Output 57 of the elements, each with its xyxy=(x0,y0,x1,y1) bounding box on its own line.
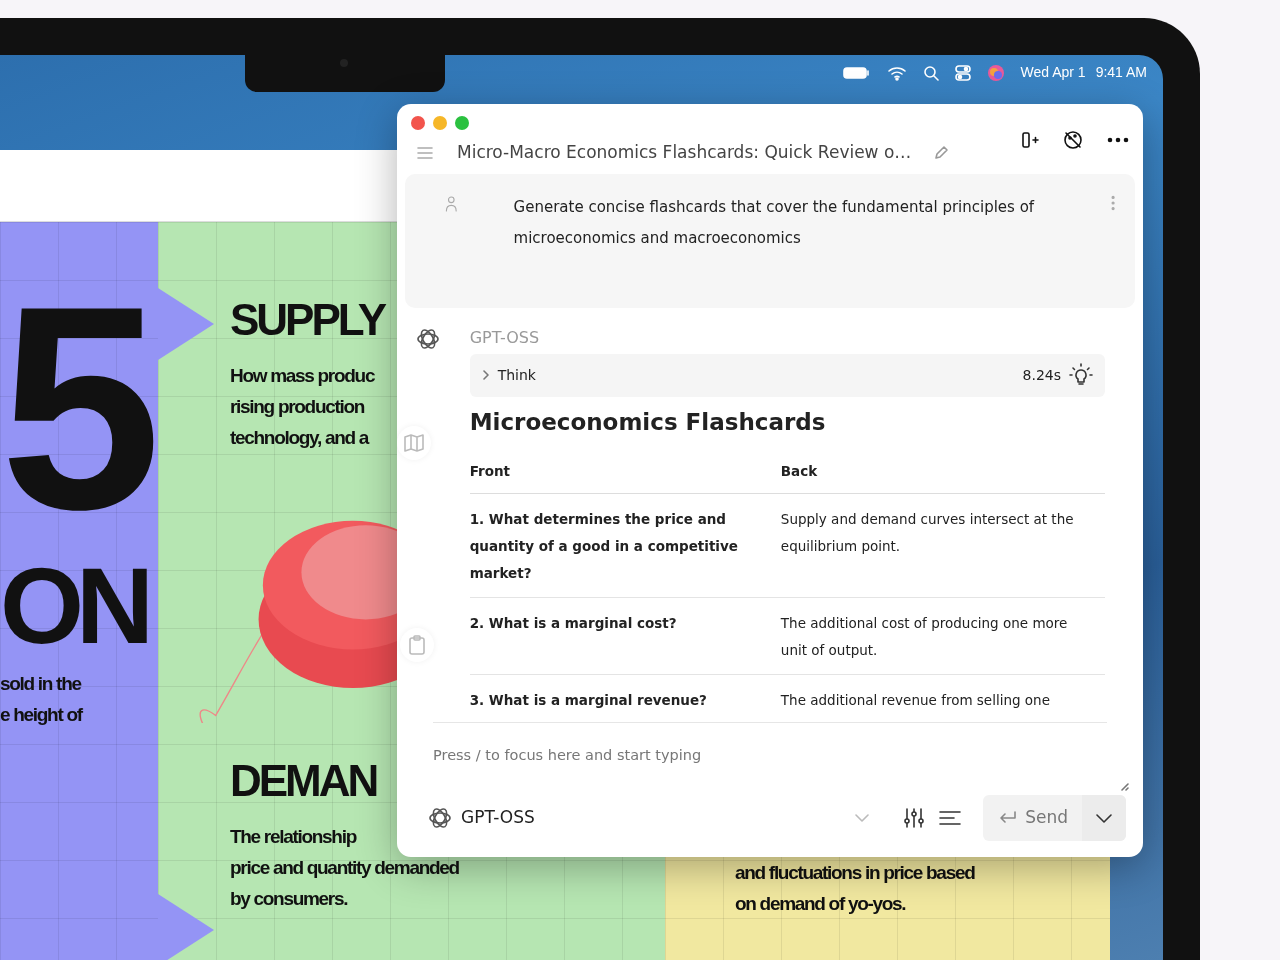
answer-cell: Supply and demand curves intersect at the equilibrium point. xyxy=(780,493,1105,598)
model-selector[interactable]: GPT-OSS xyxy=(427,805,904,831)
poster-caption: e height of xyxy=(0,703,82,727)
menu-bar-date: Wed Apr 1 xyxy=(1020,63,1086,82)
clipboard-icon xyxy=(409,634,425,655)
map-icon xyxy=(404,433,424,452)
poster-number: 5 xyxy=(0,262,153,552)
poster-text: and fluctuations in price based xyxy=(735,861,975,885)
clipboard-button[interactable] xyxy=(400,627,434,662)
chevron-down-icon xyxy=(855,814,870,822)
poster-text: by consumers. xyxy=(230,887,348,911)
send-options-button[interactable] xyxy=(1082,795,1126,841)
poster-text: How mass produc xyxy=(230,364,375,388)
poster-text: rising production xyxy=(230,395,365,419)
text-lines-icon[interactable] xyxy=(939,810,962,826)
message-input[interactable]: Press / to focus here and start typing xyxy=(433,745,1107,767)
question-cell: 1. What determines the price and quantity of a good in a competitive market? xyxy=(469,493,781,598)
think-bar[interactable]: Think 8.24s xyxy=(469,353,1105,397)
poster-text: price and quantity demanded xyxy=(230,856,459,880)
battery-icon[interactable] xyxy=(842,65,871,80)
poster-word: ON xyxy=(0,552,148,660)
zoom-button[interactable] xyxy=(455,116,469,130)
toggle-icon[interactable] xyxy=(954,64,971,81)
poster-heading: SUPPLY xyxy=(230,294,384,346)
poster-caption: sold in the xyxy=(0,672,81,696)
colorful-orb-icon[interactable] xyxy=(986,63,1005,82)
swirl-logo-icon xyxy=(427,805,453,831)
search-icon[interactable] xyxy=(922,64,939,81)
poster-heading: DEMAN xyxy=(230,755,377,807)
column-header: Front xyxy=(469,461,781,494)
think-label: Think xyxy=(497,365,536,385)
sliders-icon[interactable] xyxy=(903,807,926,829)
model-label: GPT-OSS xyxy=(469,326,541,349)
return-icon xyxy=(999,811,1018,825)
flashcards-heading: Microeconomics Flashcards xyxy=(469,407,827,437)
chevron-down-icon xyxy=(1096,813,1112,823)
question-cell: 3. What is a marginal revenue? xyxy=(469,674,781,722)
chevron-icon xyxy=(481,370,490,381)
more-icon[interactable] xyxy=(1107,137,1129,143)
menu-bar-clock: 9:41 AM xyxy=(1095,63,1147,82)
column-header: Back xyxy=(780,461,1105,494)
answer-cell: The additional revenue from selling one xyxy=(780,674,1105,722)
chat-title: Micro-Macro Economics Flashcards: Quick Review o… xyxy=(457,141,912,164)
answer-cell: The additional cost of producing one more unit of output. xyxy=(780,597,1105,675)
question-cell: 2. What is a marginal cost? xyxy=(469,597,781,675)
palette-off-icon[interactable] xyxy=(1063,130,1083,150)
poster-text: The relationship xyxy=(230,825,356,849)
think-duration: 8.24s xyxy=(1022,365,1061,385)
resize-grip-icon[interactable] xyxy=(1119,781,1129,791)
close-button[interactable] xyxy=(411,116,425,130)
poster-text: technology, and a xyxy=(230,426,368,450)
lightbulb-icon xyxy=(1069,363,1093,388)
sidebar-plus-icon[interactable] xyxy=(1021,131,1039,149)
pencil-icon[interactable] xyxy=(933,144,950,161)
wifi-icon[interactable] xyxy=(886,64,907,81)
user-message: Generate concise flashcards that cover the fundamental principles of microeconomics and macroeconomics xyxy=(513,196,1036,249)
poster-text: on demand of yo-yos. xyxy=(735,892,906,916)
